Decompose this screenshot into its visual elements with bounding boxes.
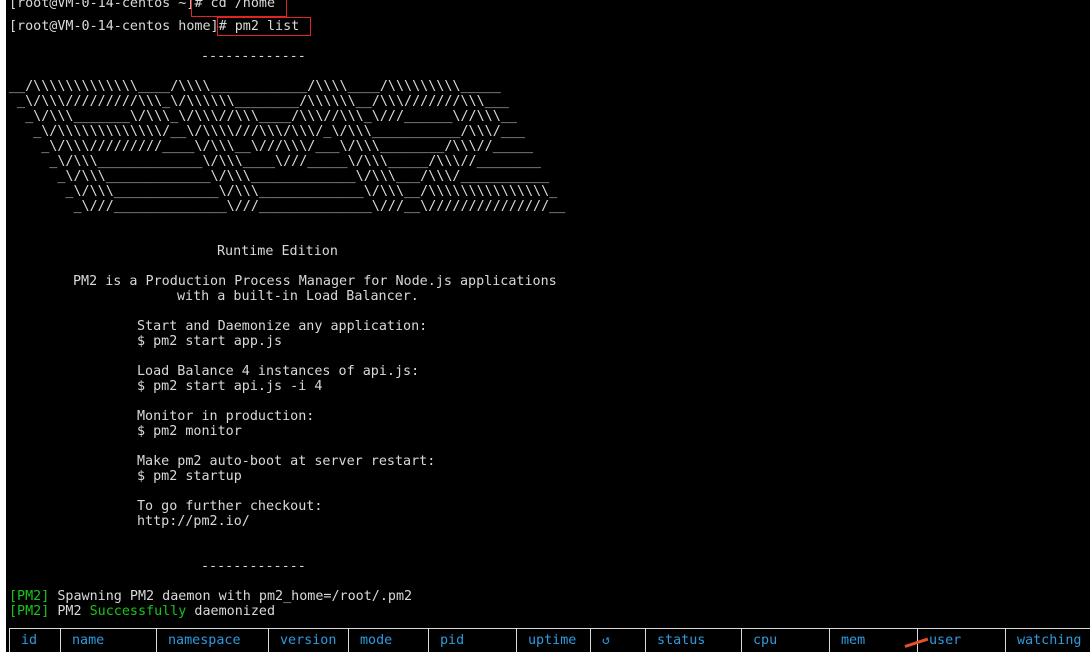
separator-bottom: ------------- xyxy=(201,559,306,574)
column-header-id: id xyxy=(10,629,61,652)
column-header-user: user xyxy=(918,629,1006,652)
shell-prompt: [root@VM-0-14-centos home] xyxy=(9,19,219,34)
logo-ascii-line: _\/\\\/////////\\\_\/\\\\\\________/\\\\… xyxy=(9,94,509,109)
tip-label: To go further checkout: xyxy=(137,499,323,514)
logo-ascii-line: _\/\\\_____________\/\\\_____________\/\… xyxy=(9,169,550,184)
logo-ascii-line: _\/\\\_____________\/\\\____\///_____\/\… xyxy=(9,154,542,169)
column-header-watching: watching xyxy=(1017,633,1082,648)
highlight-box-pm2-list-command xyxy=(217,17,311,36)
tip-command: $ pm2 start api.js -i 4 xyxy=(137,379,323,394)
column-header-status: status xyxy=(646,629,742,652)
window-left-edge xyxy=(0,0,6,652)
edition-label: Runtime Edition xyxy=(217,244,338,259)
pm2-website-link[interactable]: http://pm2.io/ xyxy=(137,514,250,529)
logo-ascii-line: __/\\\\\\\\\\\\\____/\\\\____________/\\… xyxy=(9,79,501,94)
success-word: Successfully xyxy=(89,604,187,619)
tip-command: $ pm2 startup xyxy=(137,469,242,484)
pm2-tag: [PM2] xyxy=(9,604,50,619)
logo-ascii-line: _\/\\\\\\\\\\\\\/__\/\\\\///\\\/\\\/_\/\… xyxy=(9,124,525,139)
tip-command: $ pm2 monitor xyxy=(137,424,242,439)
shell-prompt: [root@VM-0-14-centos ~] xyxy=(9,0,195,11)
daemon-spawn-message: [PM2] Spawning PM2 daemon with pm2_home=… xyxy=(9,589,412,604)
tip-label: Make pm2 auto-boot at server restart: xyxy=(137,454,436,469)
column-header-mode: mode xyxy=(349,629,429,652)
success-suffix: daemonized xyxy=(186,604,276,619)
logo-ascii-line: _\/\\\/////////____\/\\\__\///\\\/___\/\… xyxy=(9,139,534,154)
column-header-mem: mem xyxy=(830,629,918,652)
logo-ascii-line: _\/\\\_____________\/\\\_____________\/\… xyxy=(9,184,558,199)
logo-ascii-line: _\///______________\///______________\//… xyxy=(9,199,566,214)
success-prefix: PM2 xyxy=(49,604,90,619)
logo-ascii-line: _\/\\\_______\/\\\_\/\\\//\\\____/\\\//\… xyxy=(9,109,517,124)
column-header-cpu: cpu xyxy=(742,629,830,652)
tip-label: Start and Daemonize any application: xyxy=(137,319,428,334)
pm2-tag: [PM2] xyxy=(9,589,50,604)
tip-command: $ pm2 start app.js xyxy=(137,334,283,349)
spawn-text: Spawning PM2 daemon with pm2_home=/root/… xyxy=(49,589,413,604)
column-header-version: version xyxy=(269,629,349,652)
highlight-box-cd-command xyxy=(191,0,287,17)
column-header-pid: pid xyxy=(429,629,517,652)
column-header-name: name xyxy=(61,629,157,652)
description-line-2: with a built-in Load Balancer. xyxy=(177,289,419,304)
separator-top: ------------- xyxy=(201,49,306,64)
column-header-namespace: namespace xyxy=(157,629,269,652)
column-header-uptime: uptime xyxy=(517,629,591,652)
description-line-1: PM2 is a Production Process Manager for … xyxy=(73,274,557,289)
tip-label: Load Balance 4 instances of api.js: xyxy=(137,364,420,379)
daemon-success-message: [PM2] PM2 Successfully daemonized xyxy=(9,604,275,619)
tip-label: Monitor in production: xyxy=(137,409,315,424)
terminal-window[interactable]: [root@VM-0-14-centos ~]# cd /home [root@… xyxy=(0,0,1090,652)
column-header-restarts: ↺ xyxy=(591,629,646,652)
